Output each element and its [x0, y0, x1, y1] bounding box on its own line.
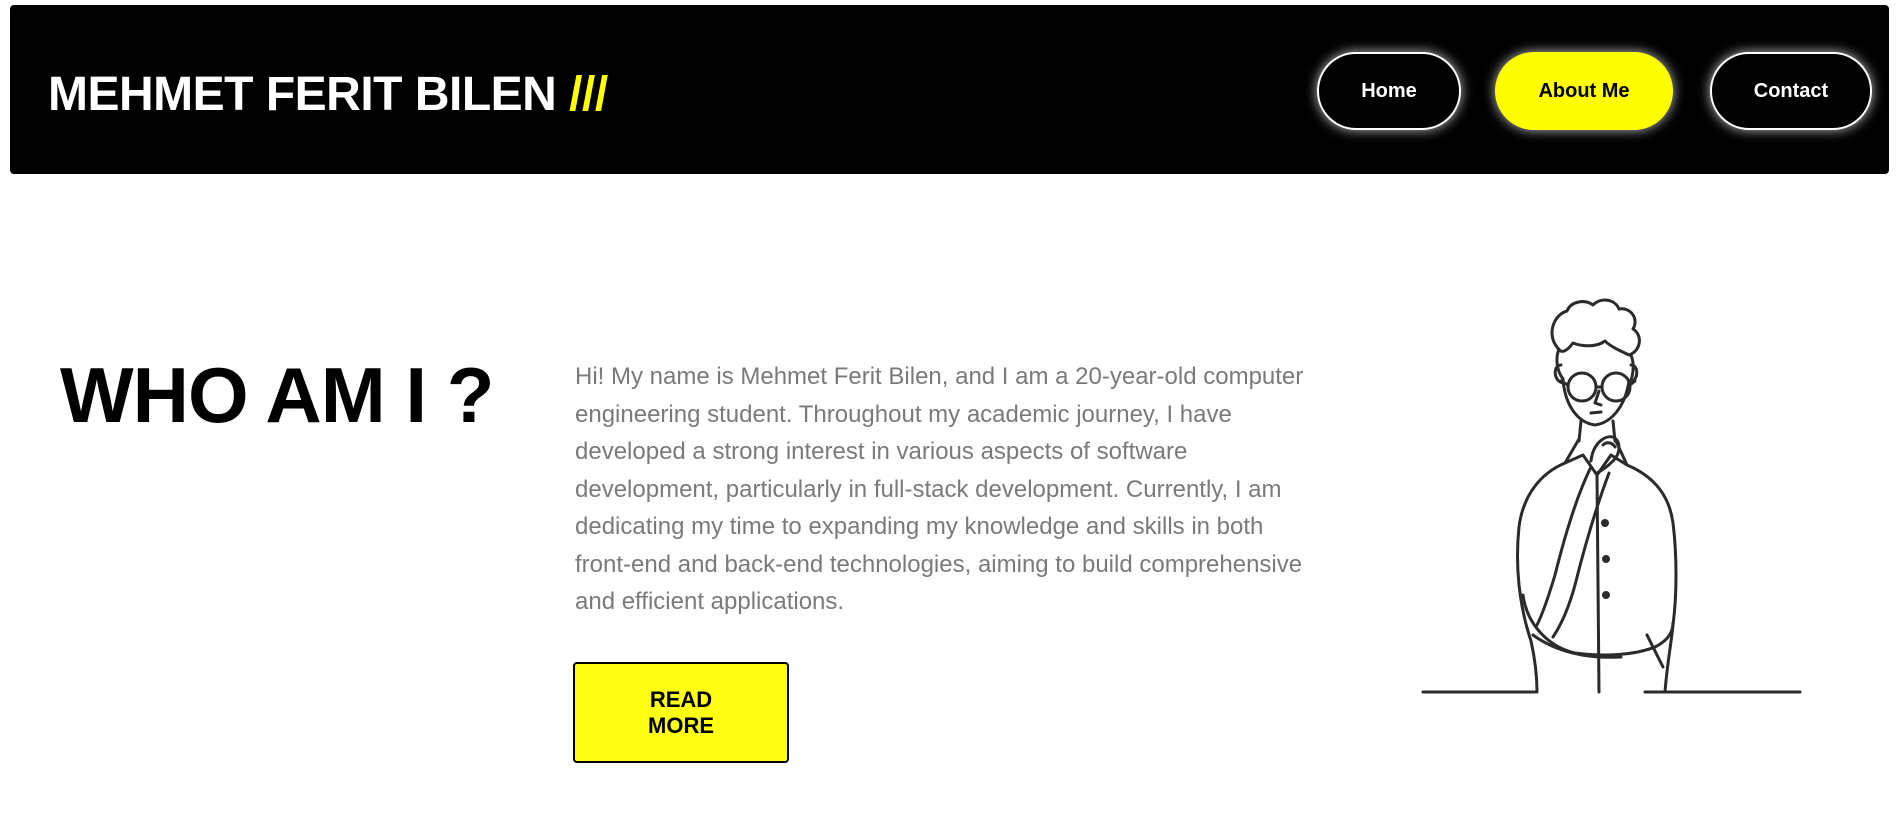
- brand-logo[interactable]: MEHMET FERIT BILEN ///: [48, 67, 608, 123]
- page-title: WHO AM I ?: [60, 351, 494, 439]
- nav-home-button[interactable]: Home: [1317, 52, 1461, 130]
- nav-contact-button[interactable]: Contact: [1710, 52, 1872, 130]
- about-paragraph: Hi! My name is Mehmet Ferit Bilen, and I…: [575, 363, 1304, 615]
- navbar: MEHMET FERIT BILEN /// Home About Me Con…: [10, 5, 1889, 174]
- thinking-person-illustration: [1415, 295, 1805, 700]
- nav-about-button[interactable]: About Me: [1495, 52, 1673, 130]
- read-more-button[interactable]: READ MORE: [573, 662, 789, 763]
- brand-name: MEHMET FERIT BILEN: [48, 68, 557, 121]
- brand-slashes: ///: [569, 68, 608, 121]
